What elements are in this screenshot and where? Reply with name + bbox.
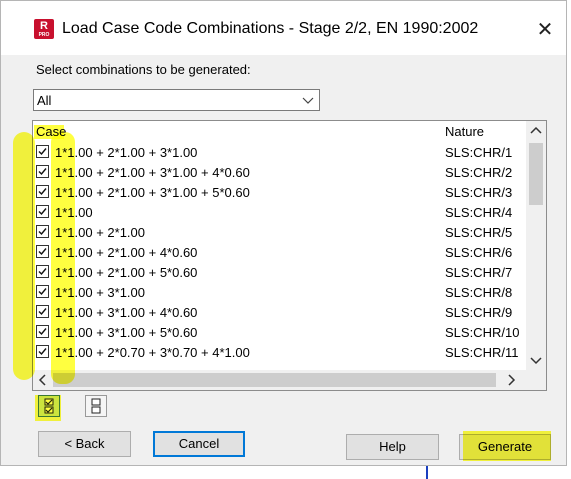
case-cell: 1*1.00 + 3*1.00 + 4*0.60 bbox=[55, 305, 198, 320]
list-item[interactable]: 1*1.00 + 2*1.00 + 5*0.60 SLS:CHR/7 bbox=[33, 262, 526, 282]
title-bar: R PRO Load Case Code Combinations - Stag… bbox=[1, 1, 566, 55]
list-item[interactable]: 1*1.00 SLS:CHR/4 bbox=[33, 202, 526, 222]
nature-cell: SLS:CHR/11 bbox=[445, 345, 519, 360]
nature-cell: SLS:CHR/2 bbox=[445, 165, 513, 180]
list-item[interactable]: 1*1.00 + 2*1.00 + 3*1.00 + 5*0.60 SLS:CHR… bbox=[33, 182, 526, 202]
help-button[interactable]: Help bbox=[346, 434, 439, 460]
row-checkbox[interactable] bbox=[36, 265, 49, 278]
filter-value: All bbox=[37, 93, 52, 108]
row-checkbox[interactable] bbox=[36, 245, 49, 258]
chevron-down-icon bbox=[302, 97, 314, 104]
row-checkbox[interactable] bbox=[36, 225, 49, 238]
list-item[interactable]: 1*1.00 + 2*1.00 + 3*1.00 + 4*0.60 SLS:CHR… bbox=[33, 162, 526, 182]
nature-cell: SLS:CHR/1 bbox=[445, 145, 513, 160]
background-line bbox=[426, 466, 428, 479]
nature-cell: SLS:CHR/5 bbox=[445, 225, 513, 240]
nature-cell: SLS:CHR/6 bbox=[445, 245, 513, 260]
generate-button[interactable]: Generate bbox=[459, 434, 551, 460]
case-cell: 1*1.00 + 2*1.00 + 3*1.00 + 4*0.60 bbox=[55, 165, 250, 180]
back-button[interactable]: < Back bbox=[38, 431, 131, 457]
nature-cell: SLS:CHR/7 bbox=[445, 265, 513, 280]
filter-dropdown[interactable]: All bbox=[33, 89, 320, 111]
list-item[interactable]: 1*1.00 + 3*1.00 + 5*0.60 SLS:CHR/10 bbox=[33, 322, 526, 342]
list-item[interactable]: 1*1.00 + 2*0.70 + 3*0.70 + 4*1.00 SLS:CHR… bbox=[33, 342, 526, 362]
scrollbar-corner bbox=[526, 370, 546, 390]
horizontal-scrollbar[interactable] bbox=[33, 370, 526, 390]
select-prompt: Select combinations to be generated: bbox=[36, 62, 251, 77]
nature-cell: SLS:CHR/8 bbox=[445, 285, 513, 300]
case-cell: 1*1.00 + 2*0.70 + 3*0.70 + 4*1.00 bbox=[55, 345, 250, 360]
row-checkbox[interactable] bbox=[36, 145, 49, 158]
column-header-nature[interactable]: Nature bbox=[445, 124, 484, 139]
row-checkbox[interactable] bbox=[36, 185, 49, 198]
vertical-scrollbar[interactable] bbox=[526, 121, 546, 370]
row-checkbox[interactable] bbox=[36, 165, 49, 178]
app-icon: R PRO bbox=[34, 19, 54, 39]
check-all-icon bbox=[44, 398, 54, 414]
case-cell: 1*1.00 + 2*1.00 + 5*0.60 bbox=[55, 265, 198, 280]
row-checkbox[interactable] bbox=[36, 205, 49, 218]
column-header-case[interactable]: Case bbox=[36, 124, 66, 139]
case-cell: 1*1.00 + 2*1.00 bbox=[55, 225, 145, 240]
case-cell: 1*1.00 + 2*1.00 + 3*1.00 bbox=[55, 145, 198, 160]
list-item[interactable]: 1*1.00 + 2*1.00 SLS:CHR/5 bbox=[33, 222, 526, 242]
case-cell: 1*1.00 bbox=[55, 205, 93, 220]
vertical-scroll-thumb[interactable] bbox=[529, 143, 543, 205]
list-item[interactable]: 1*1.00 + 2*1.00 + 4*0.60 SLS:CHR/6 bbox=[33, 242, 526, 262]
combinations-list[interactable]: Case Nature 1*1.00 + 2*1.00 + 3*1.00 SLS:… bbox=[32, 120, 547, 391]
list-item[interactable]: 1*1.00 + 3*1.00 + 4*0.60 SLS:CHR/9 bbox=[33, 302, 526, 322]
uncheck-all-button[interactable] bbox=[85, 395, 107, 417]
app-icon-letter: R bbox=[40, 20, 48, 32]
window-title: Load Case Code Combinations - Stage 2/2,… bbox=[62, 20, 479, 37]
case-cell: 1*1.00 + 3*1.00 bbox=[55, 285, 145, 300]
app-icon-sub: PRO bbox=[38, 32, 50, 38]
row-checkbox[interactable] bbox=[36, 285, 49, 298]
uncheck-all-icon bbox=[91, 398, 101, 414]
nature-cell: SLS:CHR/3 bbox=[445, 185, 513, 200]
horizontal-scroll-thumb[interactable] bbox=[53, 373, 496, 387]
scroll-up-icon[interactable] bbox=[526, 121, 546, 141]
scroll-right-icon[interactable] bbox=[501, 370, 521, 390]
case-cell: 1*1.00 + 2*1.00 + 3*1.00 + 5*0.60 bbox=[55, 185, 250, 200]
check-all-button[interactable] bbox=[38, 395, 60, 417]
nature-cell: SLS:CHR/10 bbox=[445, 325, 520, 340]
row-checkbox[interactable] bbox=[36, 305, 49, 318]
scroll-down-icon[interactable] bbox=[526, 350, 546, 370]
list-item[interactable]: 1*1.00 + 2*1.00 + 3*1.00 SLS:CHR/1 bbox=[33, 142, 526, 162]
row-checkbox[interactable] bbox=[36, 325, 49, 338]
nature-cell: SLS:CHR/4 bbox=[445, 205, 513, 220]
cancel-button[interactable]: Cancel bbox=[153, 431, 245, 457]
load-case-dialog: R PRO Load Case Code Combinations - Stag… bbox=[0, 0, 567, 466]
close-icon[interactable]: ✕ bbox=[529, 14, 561, 46]
nature-cell: SLS:CHR/9 bbox=[445, 305, 513, 320]
case-cell: 1*1.00 + 2*1.00 + 4*0.60 bbox=[55, 245, 198, 260]
case-cell: 1*1.00 + 3*1.00 + 5*0.60 bbox=[55, 325, 198, 340]
row-checkbox[interactable] bbox=[36, 345, 49, 358]
list-item[interactable]: 1*1.00 + 3*1.00 SLS:CHR/8 bbox=[33, 282, 526, 302]
scroll-left-icon[interactable] bbox=[33, 370, 53, 390]
